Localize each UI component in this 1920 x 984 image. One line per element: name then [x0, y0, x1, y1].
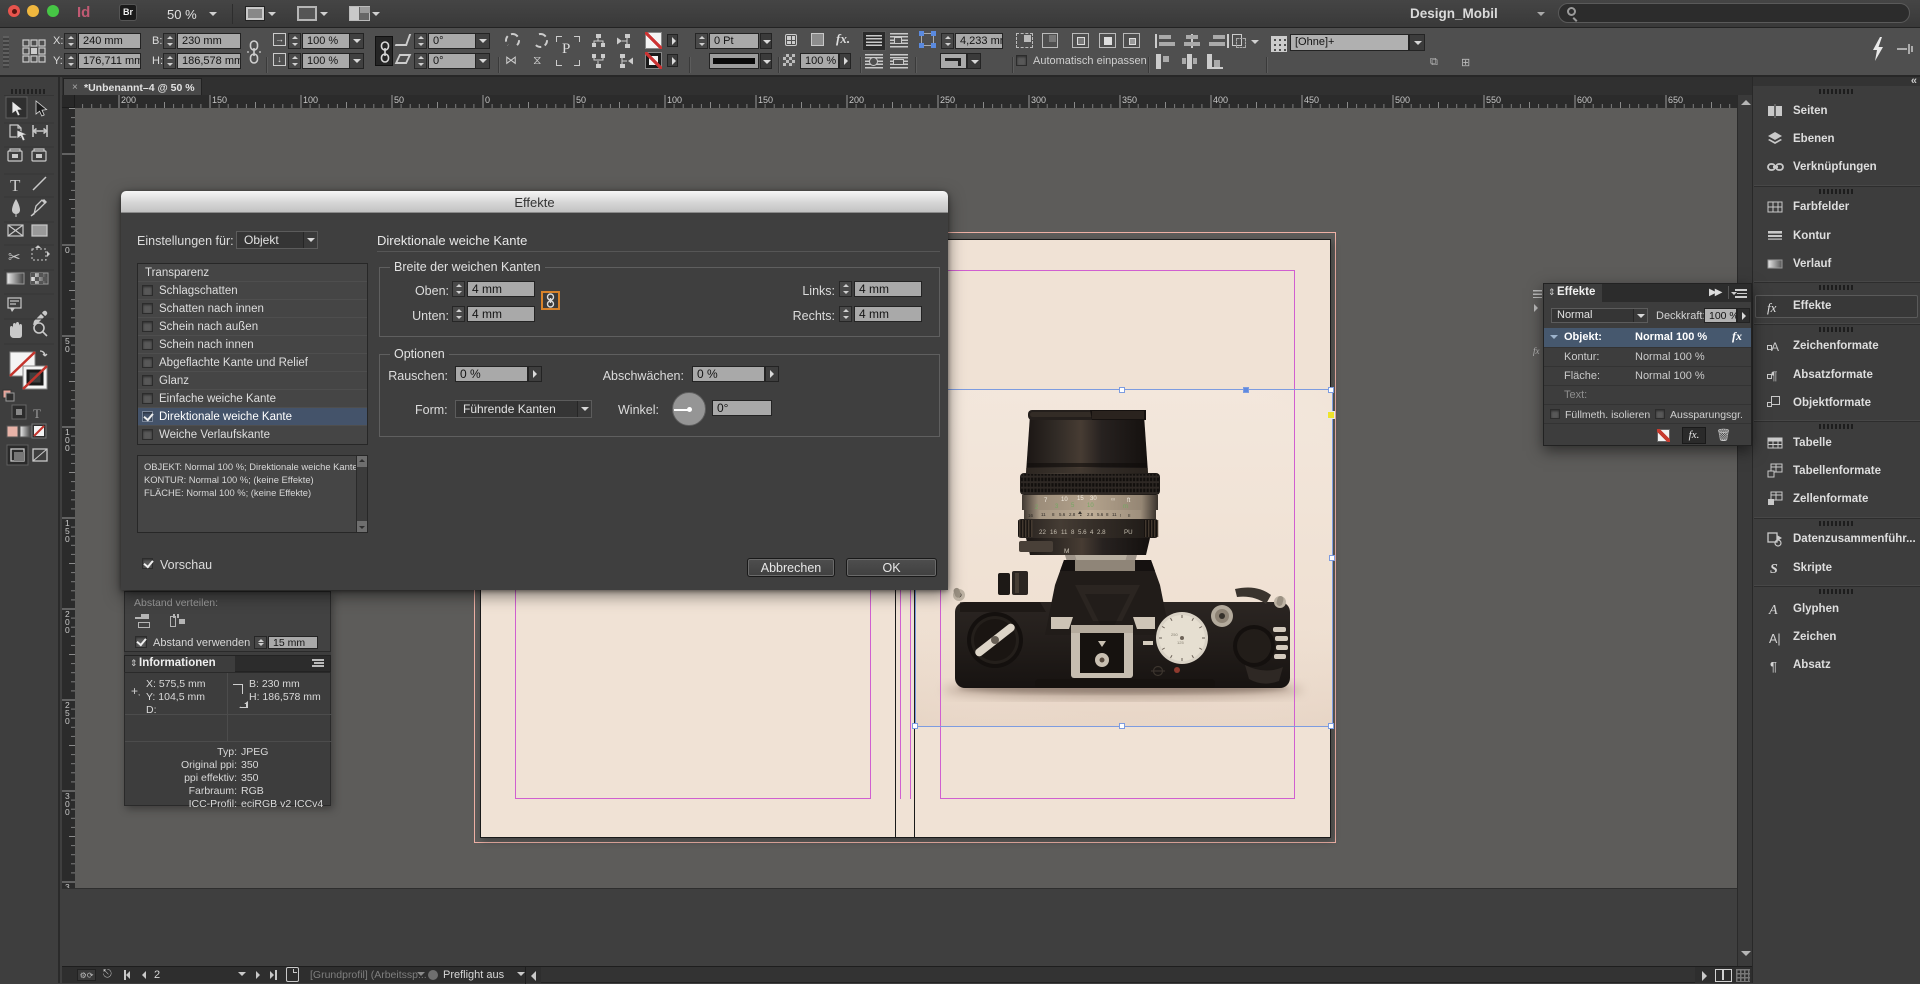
svg-text:500: 500 — [1395, 95, 1410, 105]
svg-text:0: 0 — [65, 344, 70, 354]
svg-text:✂: ✂ — [8, 249, 21, 266]
svg-text:100: 100 — [303, 95, 318, 105]
svg-text:0: 0 — [65, 443, 70, 453]
svg-text:350: 350 — [1122, 95, 1137, 105]
svg-text:200: 200 — [121, 95, 136, 105]
svg-text:150: 150 — [758, 95, 773, 105]
svg-text:400: 400 — [1213, 95, 1228, 105]
svg-text:0: 0 — [65, 716, 70, 726]
svg-text:50: 50 — [394, 95, 404, 105]
svg-text:200: 200 — [849, 95, 864, 105]
svg-text:0: 0 — [485, 95, 490, 105]
svg-text:50: 50 — [576, 95, 586, 105]
svg-text:550: 550 — [1486, 95, 1501, 105]
svg-text:650: 650 — [1668, 95, 1683, 105]
svg-text:T: T — [10, 176, 21, 195]
svg-text:0: 0 — [65, 625, 70, 635]
svg-text:0: 0 — [65, 245, 70, 255]
svg-text:300: 300 — [1031, 95, 1046, 105]
svg-text:T: T — [33, 406, 41, 421]
svg-text:150: 150 — [212, 95, 227, 105]
svg-text:0: 0 — [65, 534, 70, 544]
svg-text:600: 600 — [1577, 95, 1592, 105]
svg-text:100: 100 — [667, 95, 682, 105]
svg-text:250: 250 — [940, 95, 955, 105]
svg-text:450: 450 — [1304, 95, 1319, 105]
svg-text:0: 0 — [65, 807, 70, 817]
